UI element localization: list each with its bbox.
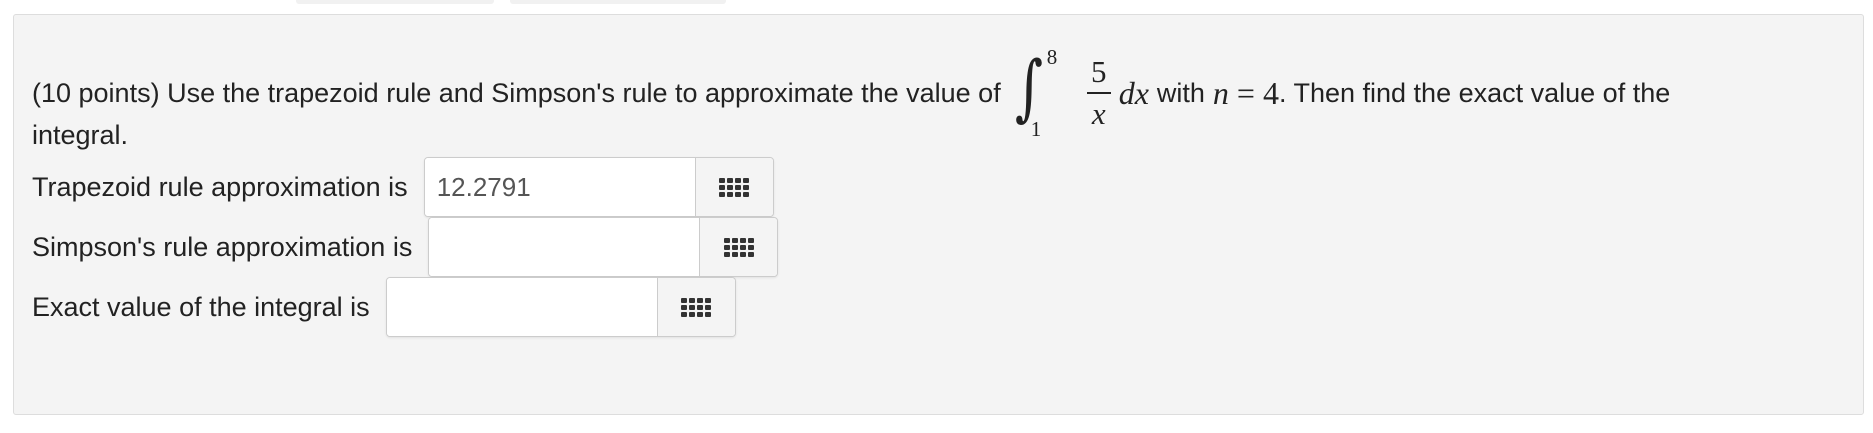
integral-lower-limit: 1 — [1030, 117, 1042, 141]
trapezoid-answer-input[interactable] — [424, 158, 695, 216]
problem-tail: . Then find the exact value of the — [1278, 77, 1671, 108]
trapezoid-input-group — [423, 157, 774, 217]
integrand-fraction: 5 x — [1086, 54, 1111, 132]
fraction-bar — [1086, 92, 1111, 94]
equals-sign: = — [1236, 74, 1255, 111]
n-value: 4 — [1262, 74, 1279, 111]
keypad-grid-icon — [681, 297, 712, 317]
top-tabs — [296, 0, 726, 4]
problem-panel: (10 points) Use the trapezoid rule and S… — [13, 14, 1864, 415]
exact-input-group — [385, 277, 736, 337]
exact-answer-row: Exact value of the integral is — [32, 277, 736, 337]
exact-keypad-button[interactable] — [656, 278, 735, 336]
keypad-grid-icon — [719, 177, 750, 197]
top-tab[interactable] — [510, 0, 726, 4]
exact-answer-input[interactable] — [386, 278, 657, 336]
problem-statement: (10 points) Use the trapezoid rule and S… — [32, 43, 1670, 143]
simpson-answer-input[interactable] — [429, 218, 700, 276]
integral-sign: ∫ — [1014, 45, 1043, 129]
simpson-label: Simpson's rule approximation is — [32, 231, 413, 262]
simpson-input-group — [428, 217, 779, 277]
exact-label: Exact value of the integral is — [32, 291, 370, 322]
keypad-grid-icon — [723, 237, 754, 257]
problem-intro: (10 points) Use the trapezoid rule and S… — [32, 77, 1001, 108]
integral-upper-limit: 8 — [1046, 45, 1058, 69]
trapezoid-answer-row: Trapezoid rule approximation is — [32, 157, 774, 217]
trapezoid-label: Trapezoid rule approximation is — [32, 171, 408, 202]
differential: dx — [1118, 74, 1149, 111]
with-text: with — [1156, 77, 1205, 108]
simpson-answer-row: Simpson's rule approximation is — [32, 217, 779, 277]
n-variable: n — [1212, 74, 1229, 111]
simpson-keypad-button[interactable] — [699, 218, 778, 276]
top-tab[interactable] — [296, 0, 494, 4]
fraction-numerator: 5 — [1090, 54, 1107, 90]
integral-expression: ∫ 8 1 — [1013, 43, 1083, 143]
fraction-denominator: x — [1091, 95, 1106, 131]
trapezoid-keypad-button[interactable] — [694, 158, 773, 216]
problem-continuation: integral. — [32, 120, 129, 150]
